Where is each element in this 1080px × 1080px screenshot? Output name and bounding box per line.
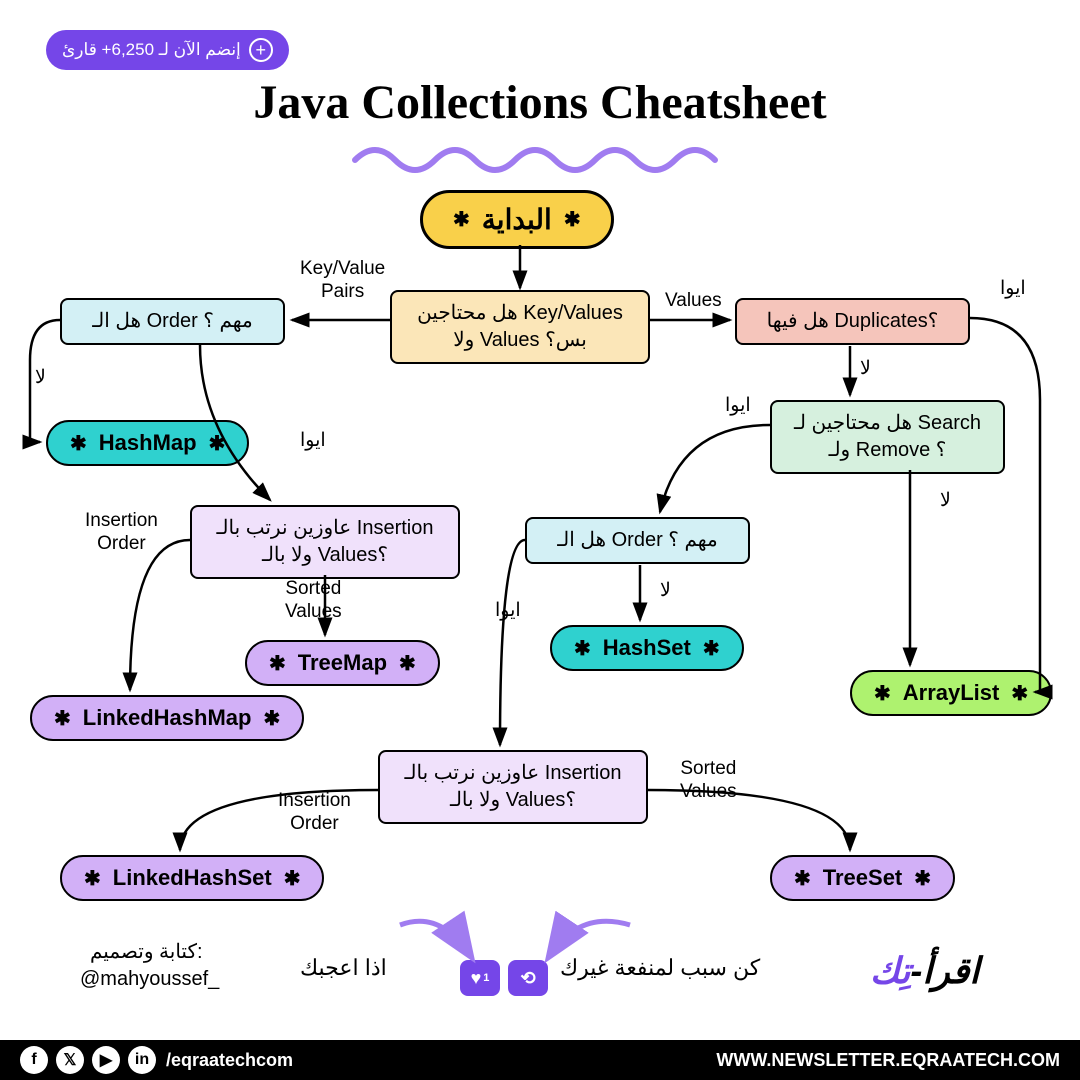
social-icons: f 𝕏 ▶ in — [20, 1046, 156, 1074]
like-icon[interactable]: ♥1 — [460, 960, 500, 996]
squiggle-icon — [350, 135, 730, 175]
social-actions: ♥1 ⟲ — [460, 960, 548, 996]
edge-insertion: Insertion Order — [278, 790, 351, 836]
cta-right: كن سبب لمنفعة غيرك — [560, 955, 760, 981]
footer-handle: /eqraatechcom — [166, 1050, 293, 1071]
treemap-text: TreeMap — [298, 650, 387, 676]
edge-yes: ايوا — [300, 430, 326, 453]
facebook-icon[interactable]: f — [20, 1046, 48, 1074]
edge-no: لا — [860, 358, 871, 381]
node-search: هل محتاجين لـ Search ولـ Remove ؟ — [770, 400, 1005, 474]
hashmap-text: HashMap — [99, 430, 197, 456]
plus-icon: + — [249, 38, 273, 62]
start-text: البداية — [482, 203, 552, 236]
cta-left: اذا اعجبك — [300, 955, 387, 981]
node-treemap: ✱ TreeMap ✱ — [245, 640, 440, 686]
linkedhashset-text: LinkedHashSet — [113, 865, 272, 891]
edge-kvpairs: Key/Value Pairs — [300, 258, 385, 304]
node-hashset: ✱ HashSet ✱ — [550, 625, 744, 671]
linkedin-icon[interactable]: in — [128, 1046, 156, 1074]
asterisk-icon: ✱ — [284, 866, 301, 891]
asterisk-icon: ✱ — [564, 207, 581, 232]
join-badge[interactable]: إنضم الآن لـ 6,250+ قارئ + — [46, 30, 289, 70]
node-order2: هل الـ Order مهم ؟ — [525, 517, 750, 564]
node-order1: هل الـ Order مهم ؟ — [60, 298, 285, 345]
asterisk-icon: ✱ — [914, 866, 931, 891]
edge-values: Values — [665, 290, 722, 313]
asterisk-icon: ✱ — [874, 681, 891, 706]
treeset-text: TreeSet — [823, 865, 903, 891]
node-start: ✱ البداية ✱ — [420, 190, 614, 249]
footer: f 𝕏 ▶ in /eqraatechcom WWW.NEWSLETTER.EQ… — [0, 1040, 1080, 1080]
asterisk-icon: ✱ — [84, 866, 101, 891]
retweet-icon[interactable]: ⟲ — [508, 960, 548, 996]
author-handle: @mahyoussef_ — [80, 967, 219, 991]
edge-no: لا — [940, 490, 951, 513]
asterisk-icon: ✱ — [269, 651, 286, 676]
node-hashmap: ✱ HashMap ✱ — [46, 420, 249, 466]
brand-logo: اقرأ-تِك — [870, 950, 979, 992]
edge-sorted: Sorted Values — [285, 578, 342, 624]
asterisk-icon: ✱ — [703, 636, 720, 661]
node-duplicates: هل فيها Duplicates؟ — [735, 298, 970, 345]
edge-yes: ايوا — [495, 600, 521, 623]
node-insert1: عاوزين نرتب بالـ Insertion ولا بالـ Valu… — [190, 505, 460, 579]
node-linkedhashset: ✱ LinkedHashSet ✱ — [60, 855, 324, 901]
node-linkedhashmap: ✱ LinkedHashMap ✱ — [30, 695, 304, 741]
node-treeset: ✱ TreeSet ✱ — [770, 855, 955, 901]
linkedhashmap-text: LinkedHashMap — [83, 705, 252, 731]
asterisk-icon: ✱ — [794, 866, 811, 891]
edge-insertion: Insertion Order — [85, 510, 158, 556]
node-keyvalues: هل محتاجين Key/Values ولا Values بس؟ — [390, 290, 650, 364]
asterisk-icon: ✱ — [54, 706, 71, 731]
edge-sorted: Sorted Values — [680, 758, 737, 804]
author-label: كتابة وتصميم: — [90, 940, 203, 964]
edge-no: لا — [35, 367, 46, 390]
hashset-text: HashSet — [603, 635, 691, 661]
node-insert2: عاوزين نرتب بالـ Insertion ولا بالـ Valu… — [378, 750, 648, 824]
arraylist-text: ArrayList — [903, 680, 1000, 706]
footer-url: WWW.NEWSLETTER.EQRAATECH.COM — [716, 1050, 1060, 1071]
node-arraylist: ✱ ArrayList ✱ — [850, 670, 1052, 716]
youtube-icon[interactable]: ▶ — [92, 1046, 120, 1074]
asterisk-icon: ✱ — [70, 431, 87, 456]
asterisk-icon: ✱ — [453, 207, 470, 232]
twitter-icon[interactable]: 𝕏 — [56, 1046, 84, 1074]
asterisk-icon: ✱ — [209, 431, 226, 456]
asterisk-icon: ✱ — [263, 706, 280, 731]
asterisk-icon: ✱ — [574, 636, 591, 661]
asterisk-icon: ✱ — [399, 651, 416, 676]
edge-yes: ايوا — [725, 395, 751, 418]
edge-yes: ايوا — [1000, 278, 1026, 301]
edge-no: لا — [660, 580, 671, 603]
badge-text: إنضم الآن لـ 6,250+ قارئ — [62, 40, 241, 60]
page-title: Java Collections Cheatsheet — [0, 75, 1080, 130]
asterisk-icon: ✱ — [1011, 681, 1028, 706]
